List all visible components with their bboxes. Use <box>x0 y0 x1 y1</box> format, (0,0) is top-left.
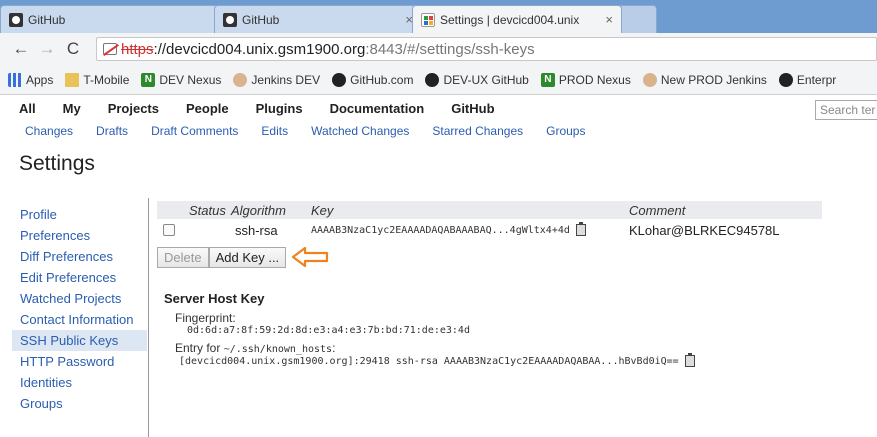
address-bar-row: ← → C https://devcicd004.unix.gsm1900.or… <box>0 33 877 65</box>
sidebar-item-edit-preferences[interactable]: Edit Preferences <box>12 267 147 288</box>
folder-icon <box>65 72 80 87</box>
menu-my[interactable]: My <box>63 101 81 116</box>
header-comment: Comment <box>629 202 686 218</box>
bookmark-t-mobile[interactable]: T-Mobile <box>65 72 129 87</box>
tab-label: Settings | devcicd004.unix <box>440 12 580 27</box>
bookmark-dev-ux-github[interactable]: DEV-UX GitHub <box>425 72 529 87</box>
github-icon <box>425 72 440 87</box>
table-header: Status Algorithm Key Comment <box>157 201 822 219</box>
row-algorithm: ssh-rsa <box>235 222 278 238</box>
known-hosts-label: Entry for ~/.ssh/known_hosts: <box>175 341 336 355</box>
submenu-changes[interactable]: Changes <box>25 124 73 138</box>
browser-tab[interactable]: GitHub × <box>214 5 422 33</box>
delete-button[interactable]: Delete <box>157 246 209 268</box>
bookmark-github-com[interactable]: GitHub.com <box>332 72 413 87</box>
forward-icon[interactable]: → <box>36 39 58 59</box>
tab-label: GitHub <box>242 12 280 27</box>
sidebar-item-identities[interactable]: Identities <box>12 372 147 393</box>
apps-icon <box>8 72 22 87</box>
jenkins-icon <box>642 72 657 87</box>
url-scheme: https <box>121 40 154 58</box>
bookmark-enterprise[interactable]: Enterpr <box>778 72 836 87</box>
row-checkbox[interactable] <box>163 224 175 236</box>
bookmarks-bar: Apps T-Mobile N DEV Nexus Jenkins DEV Git… <box>0 65 877 95</box>
menu-all[interactable]: All <box>19 101 36 116</box>
menu-github[interactable]: GitHub <box>451 101 494 116</box>
bookmark-dev-nexus[interactable]: N DEV Nexus <box>141 72 221 87</box>
header-algorithm: Algorithm <box>231 202 286 218</box>
gerrit-icon <box>421 12 435 27</box>
server-host-key: Server Host Key Fingerprint: 0d:6d:a7:8f… <box>164 291 784 367</box>
menu-projects[interactable]: Projects <box>108 101 159 116</box>
reload-icon[interactable]: C <box>62 39 84 59</box>
browser-tab-strip: GitHub × GitHub × Settings | devcicd004.… <box>0 0 877 33</box>
bookmark-jenkins-dev[interactable]: Jenkins DEV <box>233 72 320 87</box>
known-hosts-entry: [devcicd004.unix.gsm1900.org]:29418 ssh-… <box>179 355 679 367</box>
header-key: Key <box>311 202 334 218</box>
bookmark-prod-nexus[interactable]: N PROD Nexus <box>540 72 631 87</box>
submenu-draft-comments[interactable]: Draft Comments <box>151 124 238 138</box>
bookmark-new-prod-jenkins[interactable]: New PROD Jenkins <box>642 72 767 87</box>
sidebar-item-http-password[interactable]: HTTP Password <box>12 351 147 372</box>
row-key: AAAAB3NzaC1yc2EAAAADAQABAAABAQ...4gWltx4… <box>311 224 570 236</box>
bookmark-apps[interactable]: Apps <box>8 72 53 87</box>
add-key-button[interactable]: Add Key ... <box>208 246 287 268</box>
sidebar-item-profile[interactable]: Profile <box>12 204 147 225</box>
host-key-title: Server Host Key <box>164 291 265 306</box>
tab-label: GitHub <box>28 12 66 27</box>
copy-clipboard-icon[interactable] <box>684 353 695 367</box>
fingerprint-value: 0d:6d:a7:8f:59:2d:8d:e3:a4:e3:7b:bd:71:d… <box>187 325 470 336</box>
sidebar-item-contact-information[interactable]: Contact Information <box>12 309 147 330</box>
copy-clipboard-icon[interactable] <box>575 222 586 236</box>
github-icon <box>332 72 347 87</box>
ssh-keys-table: Status Algorithm Key Comment ssh-rsa AAA… <box>157 201 822 241</box>
submenu-starred-changes[interactable]: Starred Changes <box>432 124 523 138</box>
table-row: ssh-rsa AAAAB3NzaC1yc2EAAAADAQABAAABAQ..… <box>157 219 822 241</box>
sidebar-divider <box>148 198 149 437</box>
sub-menu: Changes Drafts Draft Comments Edits Watc… <box>0 120 877 142</box>
url-host: ://devcicd004.unix.gsm1900.org <box>153 40 366 58</box>
menu-people[interactable]: People <box>186 101 229 116</box>
jenkins-icon <box>233 72 248 87</box>
url-input[interactable]: https://devcicd004.unix.gsm1900.org:8443… <box>96 37 877 61</box>
nexus-icon: N <box>141 72 156 87</box>
page-title: Settings <box>19 152 95 175</box>
browser-tab-active[interactable]: Settings | devcicd004.unix × <box>412 5 622 33</box>
submenu-groups[interactable]: Groups <box>546 124 585 138</box>
sidebar-item-ssh-public-keys[interactable]: SSH Public Keys <box>12 330 147 351</box>
back-icon[interactable]: ← <box>10 39 32 59</box>
sidebar-item-watched-projects[interactable]: Watched Projects <box>12 288 147 309</box>
url-path: :8443/#/settings/ssh-keys <box>365 40 535 58</box>
submenu-edits[interactable]: Edits <box>261 124 288 138</box>
search-input[interactable]: Search ter <box>815 100 877 120</box>
fingerprint-label: Fingerprint: <box>175 311 236 325</box>
github-icon <box>223 12 237 27</box>
submenu-drafts[interactable]: Drafts <box>96 124 128 138</box>
sidebar-item-preferences[interactable]: Preferences <box>12 225 147 246</box>
submenu-watched-changes[interactable]: Watched Changes <box>311 124 409 138</box>
close-icon[interactable]: × <box>605 12 613 27</box>
sidebar-item-diff-preferences[interactable]: Diff Preferences <box>12 246 147 267</box>
nexus-icon: N <box>540 72 555 87</box>
settings-sidebar: Profile Preferences Diff Preferences Edi… <box>12 204 147 414</box>
sidebar-item-groups[interactable]: Groups <box>12 393 147 414</box>
header-status: Status <box>189 202 226 218</box>
broken-lock-icon <box>103 43 117 55</box>
menu-documentation[interactable]: Documentation <box>330 101 425 116</box>
row-comment: KLohar@BLRKEC94578L <box>629 222 780 238</box>
github-icon <box>9 12 23 27</box>
browser-tab[interactable]: GitHub × <box>0 5 232 33</box>
github-icon <box>778 72 793 87</box>
top-menu: All My Projects People Plugins Documenta… <box>0 96 877 120</box>
key-actions: Delete Add Key ... <box>157 246 330 268</box>
menu-plugins[interactable]: Plugins <box>256 101 303 116</box>
annotation-arrow-icon <box>292 246 329 268</box>
